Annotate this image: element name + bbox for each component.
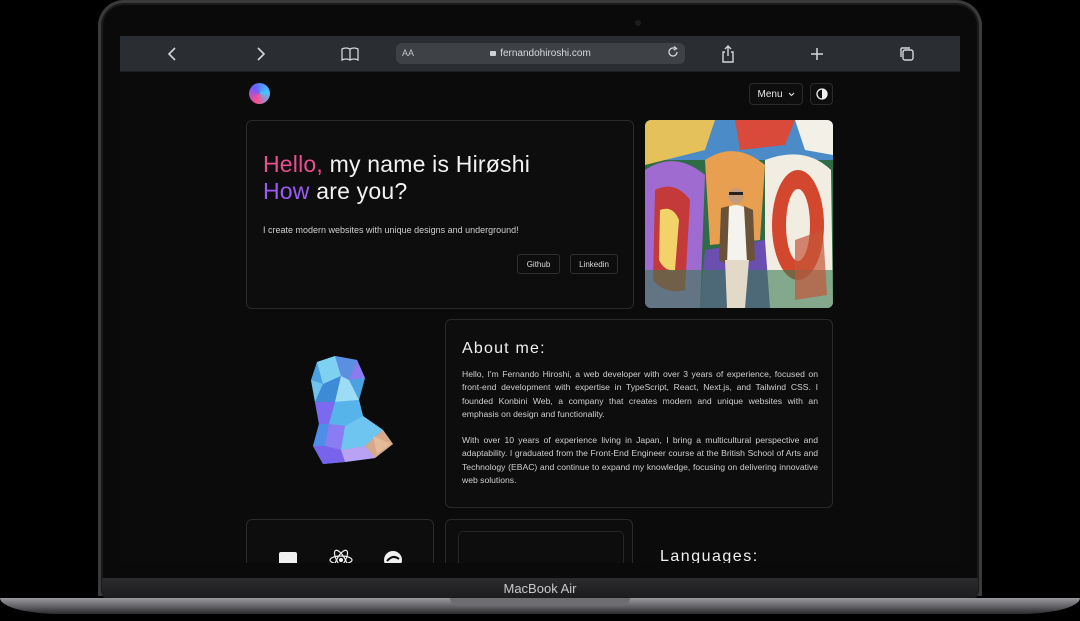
redux-icon: [382, 548, 404, 563]
chevron-down-icon: [788, 92, 794, 96]
hero-tagline: I create modern websites with unique des…: [263, 225, 519, 235]
laptop-notch: [450, 598, 630, 606]
hello-text: Hello,: [263, 151, 324, 177]
how-text: How: [263, 178, 310, 204]
are-you-text: are you?: [309, 178, 408, 204]
linkedin-button[interactable]: Linkedin: [570, 254, 618, 274]
theme-toggle-button[interactable]: [810, 83, 833, 105]
about-card: About me: Hello, I'm Fernando Hiroshi, a…: [445, 319, 833, 508]
name-text: my name is Hirøshi: [323, 151, 531, 177]
device-label: MacBook Air: [503, 581, 577, 596]
laptop-hinge: MacBook Air: [102, 578, 978, 598]
camera: [635, 20, 641, 26]
contrast-icon: [815, 88, 828, 100]
about-paragraph-1: Hello, I'm Fernando Hiroshi, a web devel…: [462, 369, 818, 419]
hero-heading: Hello, my name is Hirøshi How are you?: [263, 151, 530, 205]
middle-card-inner: [458, 531, 624, 563]
web-page: Menu Hello, my name is Hirøshi How are y…: [120, 36, 960, 563]
middle-card: [445, 519, 633, 563]
github-button[interactable]: Github: [517, 254, 560, 274]
hero-card: Hello, my name is Hirøshi How are you? I…: [246, 120, 634, 309]
languages-title: Languages:: [660, 548, 759, 563]
menu-label: Menu: [757, 88, 783, 100]
about-title: About me:: [462, 340, 546, 357]
screen: AA fernandohiroshi.com Menu Hello, my na…: [120, 36, 960, 563]
profile-photo: [645, 120, 833, 308]
lowpoly-head-illustration: [305, 354, 395, 466]
menu-button[interactable]: Menu: [749, 83, 803, 105]
laptop-base: MacBook Air: [0, 578, 1080, 621]
about-paragraph-2: With over 10 years of experience living …: [462, 435, 818, 485]
site-logo[interactable]: [249, 83, 270, 104]
react-icon: [329, 548, 353, 563]
javascript-icon: [277, 548, 299, 563]
